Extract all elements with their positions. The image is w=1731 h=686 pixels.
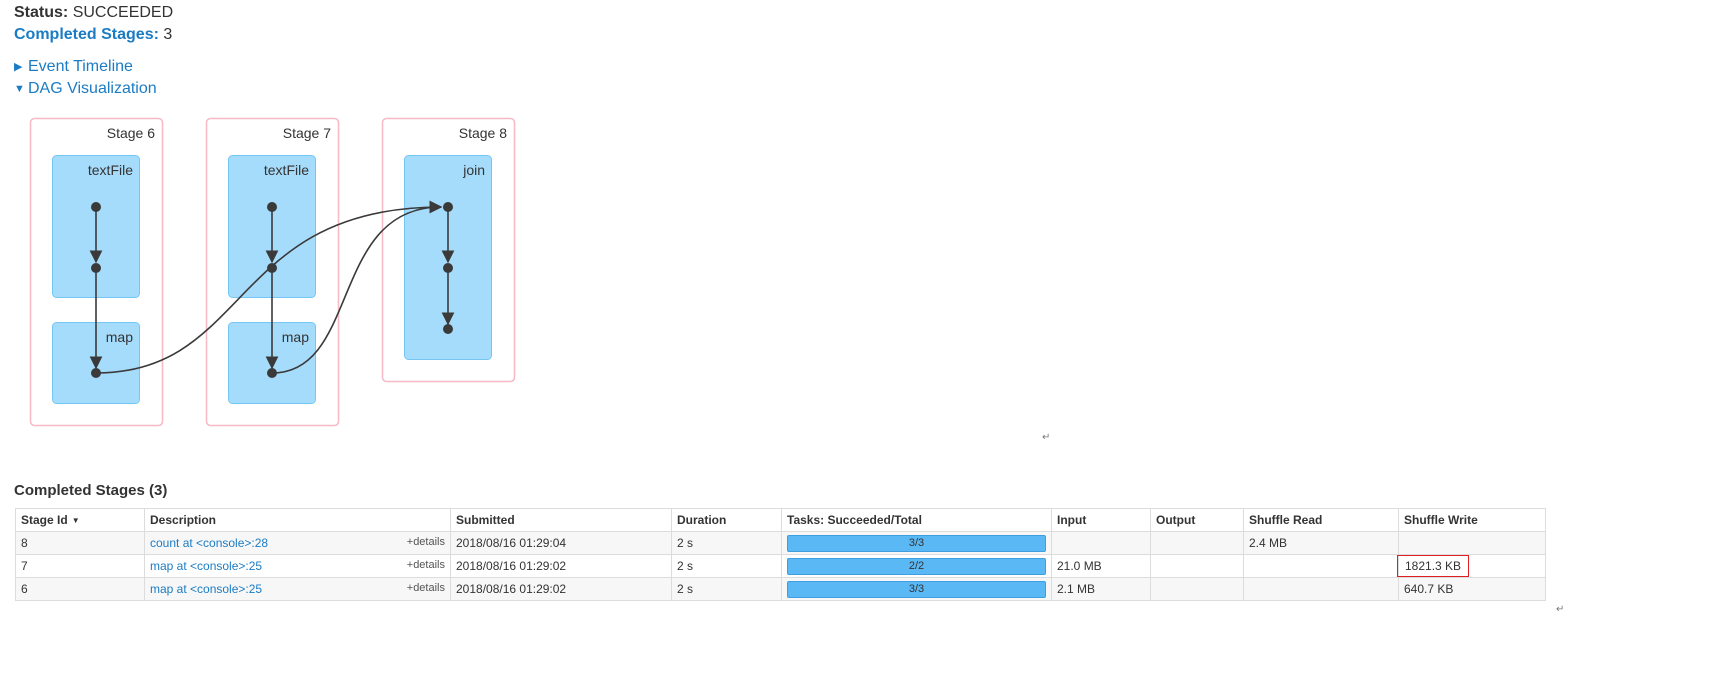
sort-desc-icon: ▼ bbox=[71, 516, 80, 525]
stage-id: 8 bbox=[15, 531, 145, 555]
map-label: map bbox=[282, 329, 309, 345]
shuffle-read: 2.4 MB bbox=[1243, 531, 1399, 555]
dag-node[interactable] bbox=[443, 324, 453, 334]
duration: 2 s bbox=[671, 531, 782, 555]
tasks-cell: 2/2 bbox=[781, 554, 1052, 578]
stage-7-label: Stage 7 bbox=[283, 125, 331, 141]
description-cell: count at <console>:28 +details bbox=[144, 531, 451, 555]
description-cell: map at <console>:25 +details bbox=[144, 577, 451, 601]
table-header-row: Stage Id ▼ Description Submitted Duration… bbox=[15, 508, 1546, 532]
table-row: 8 count at <console>:28 +details 2018/08/… bbox=[15, 531, 1546, 555]
dag-visualization-toggle[interactable]: ▼ DAG Visualization bbox=[14, 80, 157, 98]
textfile-label: textFile bbox=[264, 162, 309, 178]
table-row: 7 map at <console>:25 +details 2018/08/16… bbox=[15, 554, 1546, 578]
shuffle-write-cell: 1821.3 KB bbox=[1396, 554, 1546, 578]
stage-id: 7 bbox=[15, 554, 145, 578]
column-header-input[interactable]: Input bbox=[1051, 508, 1151, 532]
dag-node[interactable] bbox=[91, 202, 101, 212]
column-header-duration[interactable]: Duration bbox=[671, 508, 782, 532]
stage-8-label: Stage 8 bbox=[459, 125, 507, 141]
column-header-submitted[interactable]: Submitted bbox=[450, 508, 672, 532]
textfile-label: textFile bbox=[88, 162, 133, 178]
description-link[interactable]: map at <console>:25 bbox=[150, 559, 262, 573]
event-timeline-label: Event Timeline bbox=[28, 58, 133, 75]
dag-node[interactable] bbox=[267, 263, 277, 273]
tasks-progress-bar: 3/3 bbox=[787, 534, 1046, 552]
shuffle-write: 640.7 KB bbox=[1398, 577, 1546, 601]
tasks-cell: 3/3 bbox=[781, 577, 1052, 601]
dag-node[interactable] bbox=[91, 368, 101, 378]
event-timeline-toggle[interactable]: ▶ Event Timeline bbox=[14, 58, 133, 76]
stage-6-label: Stage 6 bbox=[107, 125, 155, 141]
highlighted-shuffle-write: 1821.3 KB bbox=[1396, 555, 1470, 577]
dag-node[interactable] bbox=[91, 263, 101, 273]
column-header-shuffle-read[interactable]: Shuffle Read bbox=[1243, 508, 1399, 532]
input: 21.0 MB bbox=[1051, 554, 1151, 578]
details-toggle[interactable]: +details bbox=[407, 559, 445, 571]
duration: 2 s bbox=[671, 554, 782, 578]
details-toggle[interactable]: +details bbox=[407, 536, 445, 548]
submitted: 2018/08/16 01:29:04 bbox=[450, 531, 672, 555]
description-link[interactable]: map at <console>:25 bbox=[150, 582, 262, 596]
column-header-output[interactable]: Output bbox=[1150, 508, 1244, 532]
completed-stages-count: 3 bbox=[163, 26, 173, 43]
job-status: Status: SUCCEEDED bbox=[14, 4, 173, 22]
completed-stages-summary[interactable]: Completed Stages: 3 bbox=[14, 26, 172, 44]
output bbox=[1150, 531, 1244, 555]
column-header-description[interactable]: Description bbox=[144, 508, 451, 532]
completed-stages-link[interactable]: Completed Stages: bbox=[14, 26, 159, 43]
dag-node[interactable] bbox=[267, 368, 277, 378]
status-label: Status: bbox=[14, 4, 69, 21]
tasks-cell: 3/3 bbox=[781, 531, 1052, 555]
output bbox=[1150, 554, 1244, 578]
output bbox=[1150, 577, 1244, 601]
description-cell: map at <console>:25 +details bbox=[144, 554, 451, 578]
tasks-progress-bar: 2/2 bbox=[787, 557, 1046, 575]
paragraph-mark: ↵ bbox=[1556, 604, 1565, 615]
tasks-progress-label: 3/3 bbox=[908, 536, 925, 549]
dag-node[interactable] bbox=[267, 202, 277, 212]
shuffle-write bbox=[1398, 531, 1546, 555]
duration: 2 s bbox=[671, 577, 782, 601]
caret-right-icon: ▶ bbox=[14, 61, 23, 73]
dag-visualization-label: DAG Visualization bbox=[28, 80, 157, 97]
submitted: 2018/08/16 01:29:02 bbox=[450, 577, 672, 601]
tasks-progress-bar: 3/3 bbox=[787, 580, 1046, 598]
table-row: 6 map at <console>:25 +details 2018/08/16… bbox=[15, 577, 1546, 601]
dag-node[interactable] bbox=[443, 263, 453, 273]
tasks-progress-label: 2/2 bbox=[908, 559, 925, 572]
column-header-stage-id[interactable]: Stage Id ▼ bbox=[15, 508, 145, 532]
input bbox=[1051, 531, 1151, 555]
join-label: join bbox=[462, 162, 485, 178]
map-label: map bbox=[106, 329, 133, 345]
stage-id: 6 bbox=[15, 577, 145, 601]
tasks-progress-label: 3/3 bbox=[908, 582, 925, 595]
caret-down-icon: ▼ bbox=[14, 83, 25, 95]
dag-visualization: Stage 6 textFile map Stage 7 textFile ma… bbox=[29, 117, 516, 427]
submitted: 2018/08/16 01:29:02 bbox=[450, 554, 672, 578]
shuffle-read bbox=[1243, 554, 1399, 578]
column-header-tasks[interactable]: Tasks: Succeeded/Total bbox=[781, 508, 1052, 532]
completed-stages-table: Stage Id ▼ Description Submitted Duration… bbox=[15, 508, 1546, 601]
input: 2.1 MB bbox=[1051, 577, 1151, 601]
header-label: Stage Id bbox=[21, 513, 68, 527]
details-toggle[interactable]: +details bbox=[407, 582, 445, 594]
description-link[interactable]: count at <console>:28 bbox=[150, 536, 268, 550]
column-header-shuffle-write[interactable]: Shuffle Write bbox=[1398, 508, 1546, 532]
status-value: SUCCEEDED bbox=[72, 4, 174, 21]
dag-node[interactable] bbox=[443, 202, 453, 212]
completed-stages-title[interactable]: Completed Stages (3) bbox=[14, 482, 167, 499]
paragraph-mark: ↵ bbox=[1042, 432, 1051, 443]
shuffle-read bbox=[1243, 577, 1399, 601]
